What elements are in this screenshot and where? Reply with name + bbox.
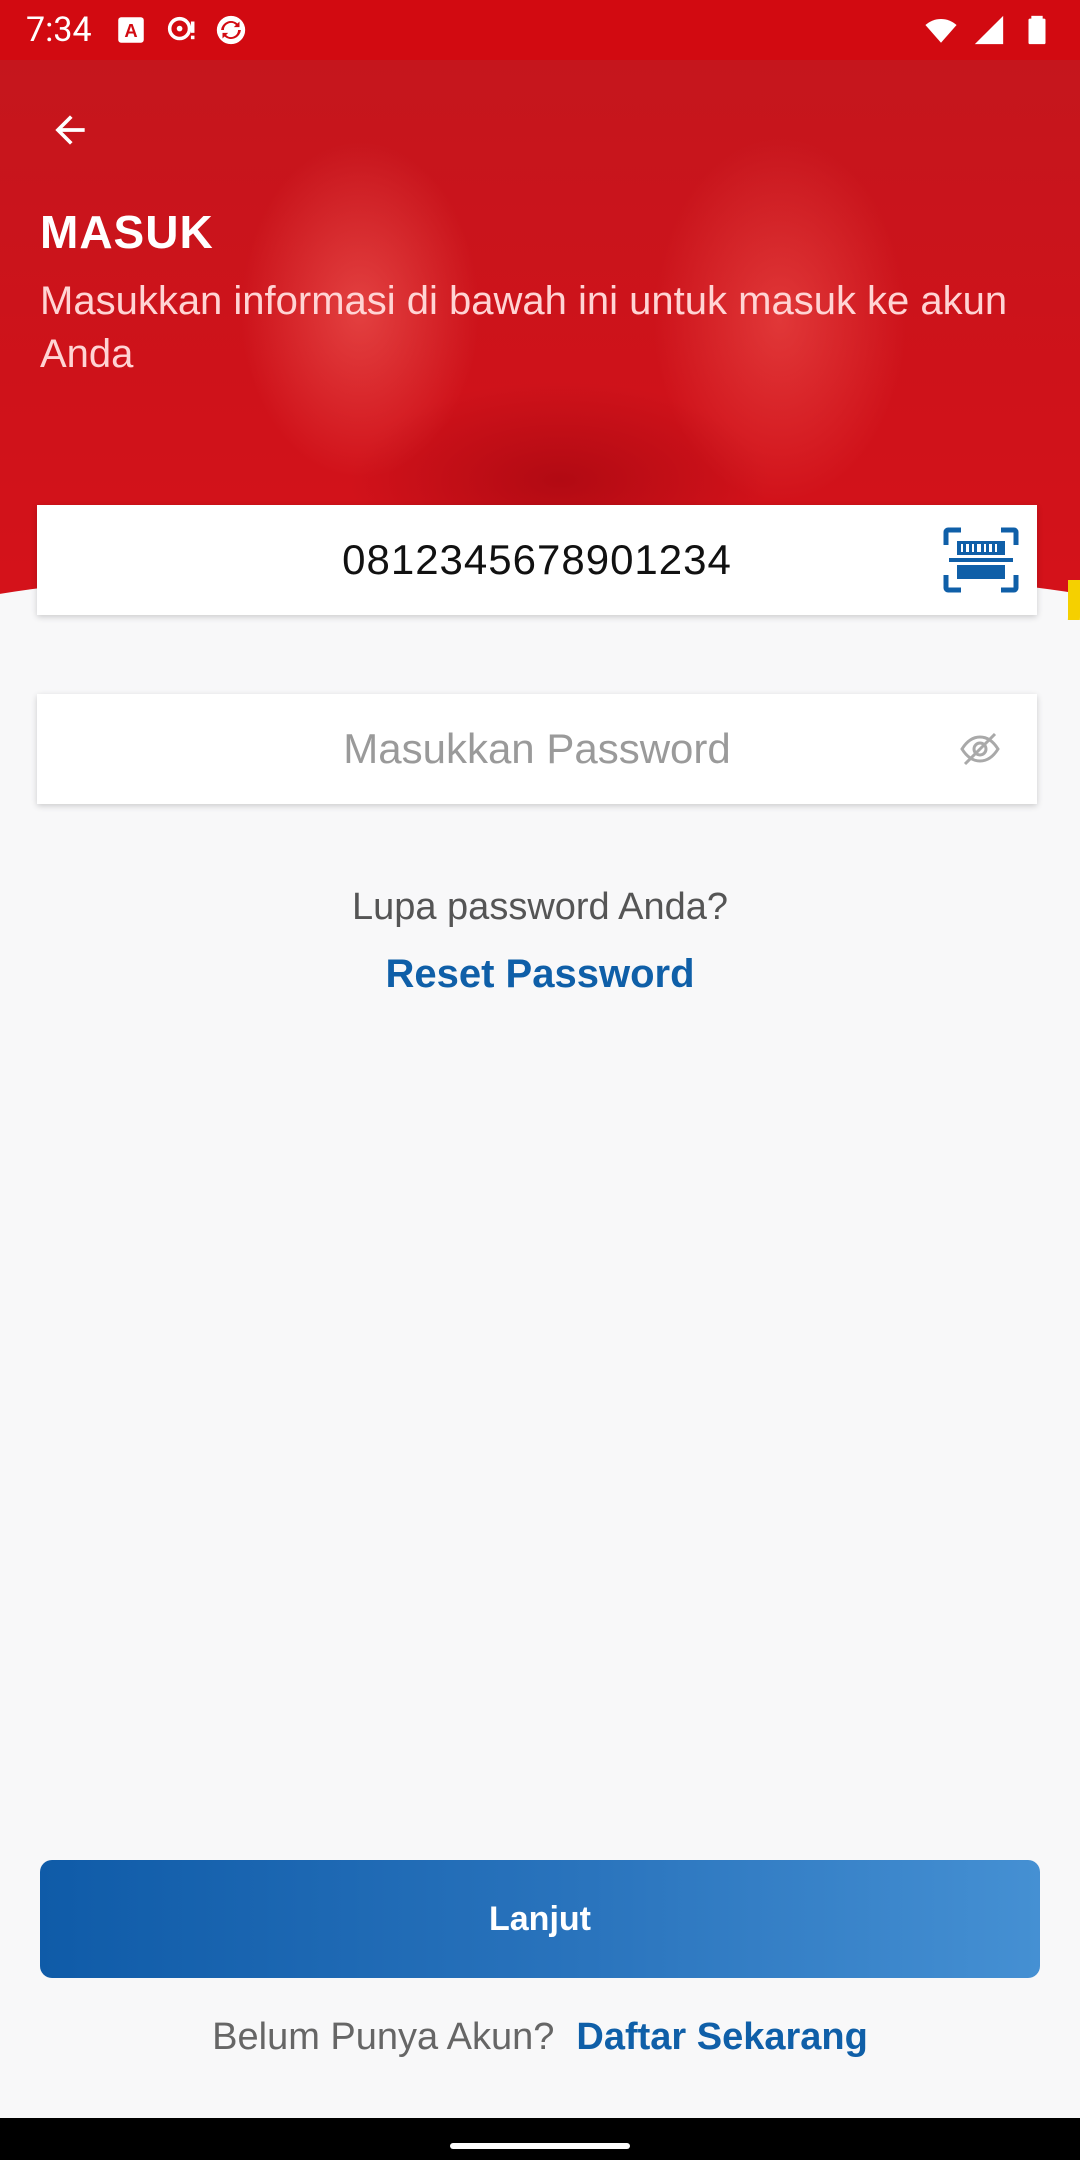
forgot-password-text: Lupa password Anda? [351,886,729,928]
navigation-bar [0,2118,1080,2160]
toggle-password-visibility-button[interactable] [959,730,1001,768]
sync-app-icon [216,15,245,45]
page-subtitle: Masukkan informasi di bawah ini untuk ma… [40,279,1008,376]
continue-button[interactable]: Lanjut [40,1860,1040,1978]
signup-row: Belum Punya Akun? Daftar Sekarang [0,2016,1080,2059]
back-button[interactable] [40,100,100,160]
password-input[interactable] [187,725,887,773]
password-field[interactable] [37,694,1037,804]
status-system-icons [924,13,1054,47]
notification-bubble-icon [167,16,195,41]
status-bar: 7:34 A [0,0,1080,60]
register-now-link[interactable]: Daftar Sekarang [576,2016,867,2059]
wifi-icon [925,18,957,43]
text-a-icon: A [117,17,144,43]
status-time: 7:34 [26,10,92,50]
svg-text:A: A [124,20,137,41]
reset-password-link[interactable]: Reset Password [0,952,1080,997]
barcode-scan-icon [943,527,1019,593]
page-title: MASUK [40,206,214,258]
yellow-accent-right [1036,580,1080,620]
signup-question: Belum Punya Akun? [212,2016,555,2058]
phone-number-input[interactable] [187,536,887,584]
phone-number-field[interactable] [37,505,1037,615]
scan-button[interactable] [943,527,1019,593]
battery-icon [1028,15,1046,45]
arrow-left-icon [55,115,85,145]
signal-icon [974,15,1004,45]
status-notification-icons: A [114,13,248,47]
home-indicator[interactable] [450,2143,630,2149]
eye-off-icon [960,732,1000,766]
